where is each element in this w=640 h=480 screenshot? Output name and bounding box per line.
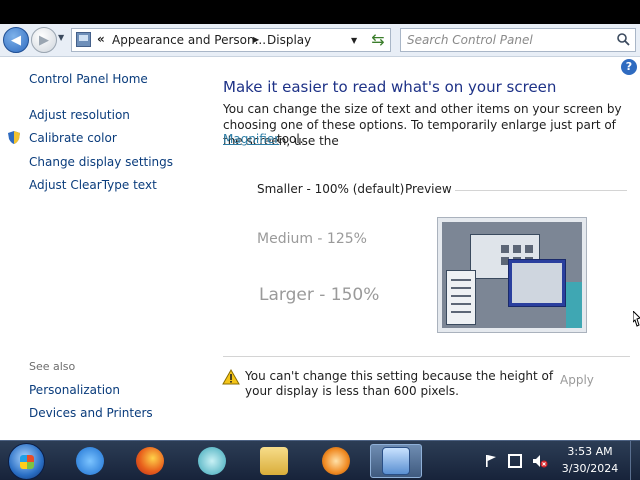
adjust-resolution-link[interactable]: Adjust resolution bbox=[29, 108, 130, 122]
media-app-icon bbox=[198, 447, 226, 475]
taskbar-app-display[interactable] bbox=[370, 444, 422, 478]
internet-explorer-icon bbox=[76, 447, 104, 475]
breadcrumb-separator-icon[interactable]: ▶ bbox=[253, 35, 259, 44]
warning-icon bbox=[222, 369, 240, 385]
preview-image bbox=[437, 217, 587, 333]
search-icon[interactable] bbox=[616, 32, 630, 46]
option-larger: Larger - 150% bbox=[259, 285, 380, 305]
recent-pages-dropdown-icon[interactable]: ▼ bbox=[58, 33, 64, 42]
shield-icon bbox=[8, 131, 20, 144]
address-bar[interactable]: « Appearance and Person... ▶ Display ▼ bbox=[71, 28, 391, 52]
top-black-bar bbox=[0, 0, 640, 24]
overflow-chevrons[interactable]: « bbox=[97, 32, 105, 46]
control-panel-home-link[interactable]: Control Panel Home bbox=[29, 72, 148, 86]
adjust-cleartype-link[interactable]: Adjust ClearType text bbox=[29, 178, 157, 192]
folder-icon bbox=[260, 447, 288, 475]
action-center-flag-icon[interactable] bbox=[484, 454, 498, 468]
apply-button: Apply bbox=[560, 373, 594, 387]
taskbar-app-firefox[interactable] bbox=[124, 444, 176, 478]
change-display-settings-link[interactable]: Change display settings bbox=[29, 155, 173, 169]
content-divider bbox=[223, 356, 630, 357]
breadcrumb-display[interactable]: Display bbox=[267, 33, 311, 47]
refresh-icon: ⇆ bbox=[371, 30, 385, 49]
preview-label: Preview bbox=[405, 182, 452, 196]
taskbar-app-internet-explorer[interactable] bbox=[64, 444, 116, 478]
taskbar bbox=[0, 440, 640, 480]
help-icon[interactable]: ? bbox=[621, 59, 637, 75]
search-placeholder: Search Control Panel bbox=[407, 33, 533, 47]
address-dropdown-icon[interactable]: ▼ bbox=[351, 36, 357, 45]
network-icon[interactable] bbox=[508, 454, 522, 468]
description-tail: tool. bbox=[277, 132, 304, 146]
sidebar: Control Panel Home Adjust resolution Cal… bbox=[0, 57, 205, 440]
forward-arrow-icon: ▶ bbox=[39, 32, 49, 48]
see-also-label: See also bbox=[29, 360, 76, 373]
media-player-icon bbox=[322, 447, 350, 475]
control-panel-icon bbox=[76, 32, 91, 47]
breadcrumb-appearance[interactable]: Appearance and Person... bbox=[112, 33, 266, 47]
option-medium: Medium - 125% bbox=[257, 231, 367, 247]
clock-time[interactable]: 3:53 AM bbox=[555, 445, 625, 458]
search-input[interactable]: Search Control Panel bbox=[400, 28, 636, 52]
personalization-link[interactable]: Personalization bbox=[29, 383, 120, 397]
option-smaller[interactable]: Smaller - 100% (default) bbox=[257, 182, 404, 196]
devices-printers-link[interactable]: Devices and Printers bbox=[29, 406, 153, 420]
calibrate-color-link[interactable]: Calibrate color bbox=[29, 131, 117, 145]
refresh-button[interactable]: ⇆ bbox=[366, 28, 390, 52]
navigation-bar: ◀ ▶ ▼ « Appearance and Person... ▶ Displ… bbox=[0, 24, 640, 57]
back-button[interactable]: ◀ bbox=[3, 27, 29, 53]
back-arrow-icon: ◀ bbox=[11, 32, 21, 48]
taskbar-app-media-player[interactable] bbox=[310, 444, 362, 478]
display-settings-icon bbox=[382, 447, 410, 475]
firefox-icon bbox=[136, 447, 164, 475]
warning-message: You can't change this setting because th… bbox=[245, 369, 554, 398]
mouse-cursor-icon bbox=[633, 311, 640, 327]
preview-divider bbox=[455, 190, 627, 191]
page-title: Make it easier to read what's on your sc… bbox=[223, 78, 557, 96]
volume-muted-icon[interactable] bbox=[532, 454, 548, 468]
forward-button[interactable]: ▶ bbox=[31, 27, 57, 53]
start-button[interactable] bbox=[8, 443, 45, 480]
taskbar-app-media[interactable] bbox=[186, 444, 238, 478]
clock-date[interactable]: 3/30/2024 bbox=[555, 462, 625, 475]
main-content: ? Make it easier to read what's on your … bbox=[205, 57, 640, 440]
show-desktop-button[interactable] bbox=[630, 441, 640, 480]
magnifier-link[interactable]: Magnifier bbox=[223, 132, 279, 146]
taskbar-app-explorer[interactable] bbox=[248, 444, 300, 478]
